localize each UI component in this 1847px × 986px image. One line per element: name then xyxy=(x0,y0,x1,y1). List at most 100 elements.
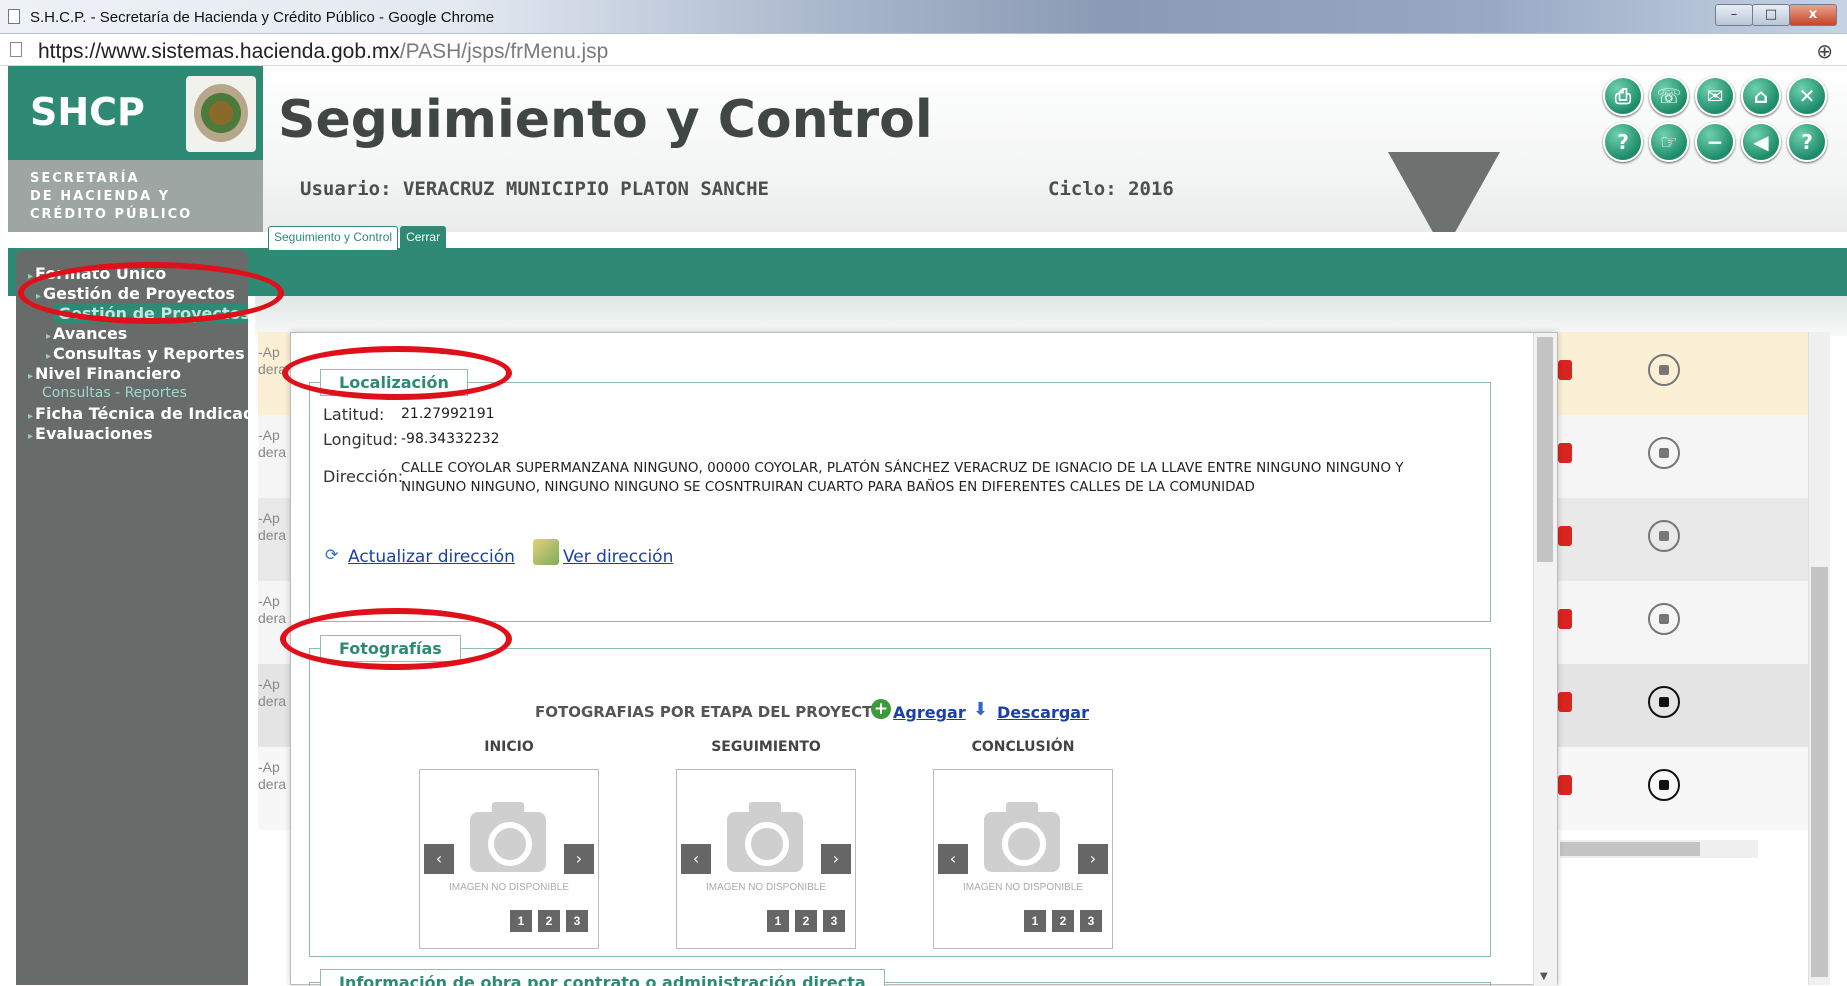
informacion-obra-legend[interactable]: Información de obra por contrato o admin… xyxy=(320,969,885,986)
row-text: -Ap dera xyxy=(258,510,287,543)
hand-pointer-icon[interactable]: ☞ xyxy=(1649,122,1689,162)
prev-photo-button[interactable]: ‹ xyxy=(681,844,711,874)
prev-photo-button[interactable]: ‹ xyxy=(938,844,968,874)
zoom-icon[interactable]: ⊕ xyxy=(1816,39,1833,63)
url-path: /PASH/jsps/frMenu.jsp xyxy=(399,40,609,63)
informacion-obra-section: Información de obra por contrato o admin… xyxy=(309,969,1491,986)
delete-icon[interactable] xyxy=(1558,360,1572,380)
horizontal-scrollbar[interactable] xyxy=(1560,840,1758,858)
close-window-button[interactable]: x xyxy=(1789,4,1837,26)
stop-icon[interactable] xyxy=(1648,437,1680,469)
phone-icon[interactable]: ☏ xyxy=(1649,76,1689,116)
sidebar-item-label: Consultas y Reportes xyxy=(53,344,245,363)
url-text[interactable]: https://www.sistemas.hacienda.gob.mx/PAS… xyxy=(38,40,608,64)
map-icon[interactable] xyxy=(533,539,559,565)
stage-title: SEGUIMIENTO xyxy=(711,739,821,755)
next-photo-button[interactable]: › xyxy=(564,844,594,874)
window-controls: – □ x xyxy=(1715,4,1837,26)
longitud-value: -98.34332232 xyxy=(401,431,500,447)
page-1-button[interactable]: 1 xyxy=(767,910,789,932)
page-1-button[interactable]: 1 xyxy=(510,910,532,932)
minimize-button[interactable]: – xyxy=(1715,4,1753,26)
stage-seguimiento: SEGUIMIENTO ‹ › IMAGEN NO DISPONIBLE 1 2… xyxy=(676,739,856,949)
next-photo-button[interactable]: › xyxy=(1078,844,1108,874)
actualizar-direccion-link[interactable]: Actualizar dirección xyxy=(348,547,515,567)
header-toolbar: ⎙ ☏ ✉ ⌂ ✕ ? ☞ − ◀ ? xyxy=(1603,76,1833,168)
sidebar-item-ficha-tecnica[interactable]: ▸Ficha Técnica de Indicadores xyxy=(28,404,248,423)
page-2-button[interactable]: 2 xyxy=(1052,910,1074,932)
stage-title: INICIO xyxy=(484,739,534,755)
shcp-subtitle: SECRETARÍA DE HACIENDA Y CRÉDITO PÚBLICO xyxy=(30,170,192,224)
ver-direccion-link[interactable]: Ver dirección xyxy=(563,547,673,567)
direccion-label: Dirección: xyxy=(323,467,404,486)
sidebar-clip: ▸ Formato Único ▸ Gestión de Proyectos Ges… xyxy=(16,250,248,985)
page-2-button[interactable]: 2 xyxy=(538,910,560,932)
delete-icon[interactable] xyxy=(1558,526,1572,546)
hscroll-thumb[interactable] xyxy=(1560,842,1700,856)
image-unavailable-text: IMAGEN NO DISPONIBLE xyxy=(448,882,570,893)
stop-icon[interactable] xyxy=(1648,769,1680,801)
close-icon[interactable]: ✕ xyxy=(1787,76,1827,116)
image-unavailable-text: IMAGEN NO DISPONIBLE xyxy=(962,882,1084,893)
stop-icon[interactable] xyxy=(1648,603,1680,635)
page-scrollbar[interactable] xyxy=(1808,332,1830,985)
maximize-button[interactable]: □ xyxy=(1752,4,1790,26)
back-icon[interactable]: ◀ xyxy=(1741,122,1781,162)
tab-cerrar[interactable]: Cerrar xyxy=(400,226,447,250)
dialog-scrollbar[interactable]: ▼ xyxy=(1533,333,1557,986)
delete-icon[interactable] xyxy=(1558,775,1572,795)
annotation-ellipse xyxy=(18,262,284,324)
mail-icon[interactable]: ✉ xyxy=(1695,76,1735,116)
stop-icon[interactable] xyxy=(1648,354,1680,386)
question-icon[interactable]: ? xyxy=(1787,122,1827,162)
header-decoration xyxy=(1388,152,1500,232)
photo-viewer: ‹ › IMAGEN NO DISPONIBLE 1 2 3 xyxy=(419,769,599,949)
prev-photo-button[interactable]: ‹ xyxy=(424,844,454,874)
stage-title: CONCLUSIÓN xyxy=(971,739,1075,755)
image-unavailable-text: IMAGEN NO DISPONIBLE xyxy=(705,882,827,893)
stop-icon[interactable] xyxy=(1648,520,1680,552)
sidebar-item-label: Ficha Técnica de Indicadores xyxy=(35,404,248,423)
scroll-thumb[interactable] xyxy=(1811,567,1828,977)
app-title: Seguimiento y Control xyxy=(278,90,933,150)
delete-icon[interactable] xyxy=(1558,692,1572,712)
page-2-button[interactable]: 2 xyxy=(795,910,817,932)
add-icon[interactable]: + xyxy=(871,699,891,719)
help-doc-icon[interactable]: ? xyxy=(1603,122,1643,162)
sidebar-item-consultas-reportes-link[interactable]: Consultas - Reportes xyxy=(42,385,187,401)
next-photo-button[interactable]: › xyxy=(821,844,851,874)
page-1-button[interactable]: 1 xyxy=(1024,910,1046,932)
shcp-logo: SHCP xyxy=(30,90,145,134)
sidebar-item-nivel-financiero[interactable]: ▸ Nivel Financiero xyxy=(28,364,181,383)
stop-icon[interactable] xyxy=(1648,686,1680,718)
sidebar-item-consultas-reportes[interactable]: ▸ Consultas y Reportes xyxy=(46,344,245,363)
delete-icon[interactable] xyxy=(1558,443,1572,463)
photo-pagination: 1 2 3 xyxy=(510,910,588,932)
delete-icon[interactable] xyxy=(1558,609,1572,629)
camera-icon xyxy=(727,802,803,872)
photo-viewer: ‹ › IMAGEN NO DISPONIBLE 1 2 3 xyxy=(676,769,856,949)
home-icon[interactable]: ⌂ xyxy=(1741,76,1781,116)
refresh-icon[interactable]: ⟳ xyxy=(325,545,341,564)
page-3-button[interactable]: 3 xyxy=(1080,910,1102,932)
page-3-button[interactable]: 3 xyxy=(823,910,845,932)
sidebar-item-evaluaciones[interactable]: ▸ Evaluaciones xyxy=(28,424,153,443)
agregar-link[interactable]: Agregar xyxy=(893,703,966,722)
scroll-down-icon[interactable]: ▼ xyxy=(1540,971,1548,982)
page-3-button[interactable]: 3 xyxy=(566,910,588,932)
tab-seguimiento-y-control[interactable]: Seguimiento y Control xyxy=(268,226,399,250)
sidebar-item-avances[interactable]: ▸ Avances xyxy=(46,324,127,343)
download-icon[interactable]: ⬇ xyxy=(973,699,991,720)
sidebar-item-label: Nivel Financiero xyxy=(35,364,181,383)
ciclo-label: Ciclo: 2016 xyxy=(1048,178,1174,200)
sidebar-item-label: Evaluaciones xyxy=(35,424,153,443)
descargar-link[interactable]: Descargar xyxy=(997,703,1089,722)
minus-icon[interactable]: − xyxy=(1695,122,1735,162)
sidebar-item-label: Consultas - Reportes xyxy=(42,385,187,401)
page-info-icon[interactable] xyxy=(10,42,22,57)
printer-icon[interactable]: ⎙ xyxy=(1603,76,1643,116)
mexico-seal-icon xyxy=(186,76,256,152)
dialog-scroll-thumb[interactable] xyxy=(1537,337,1553,562)
camera-icon xyxy=(470,802,546,872)
address-bar[interactable]: https://www.sistemas.hacienda.gob.mx/PAS… xyxy=(0,34,1847,66)
